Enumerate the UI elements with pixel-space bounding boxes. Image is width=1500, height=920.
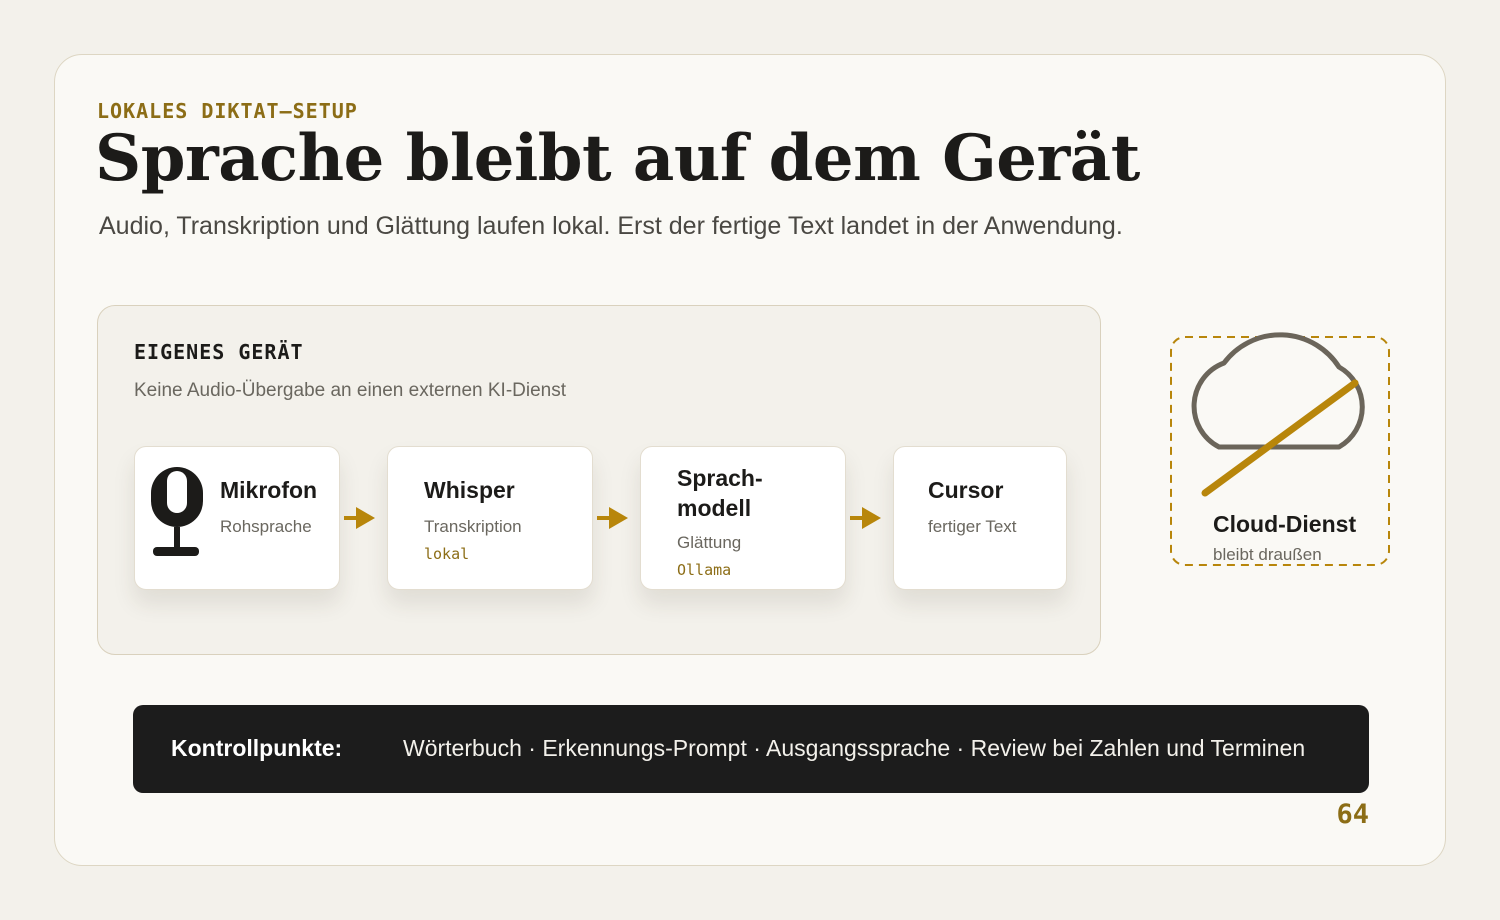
card-tag-sprachmodell: Ollama — [677, 561, 732, 579]
arrow-icon — [344, 507, 375, 529]
device-subtitle: Keine Audio-Übergabe an einen externen K… — [134, 380, 567, 401]
cloud-subtitle: bleibt draußen — [1213, 545, 1322, 564]
card-sub-whisper: Transkription — [424, 517, 522, 536]
page-number: 64 — [1336, 799, 1369, 830]
microphone-icon — [147, 467, 207, 559]
device-panel: EIGENES GERÄT Keine Audio-Übergabe an ei… — [97, 305, 1101, 655]
kicker-label: LOKALES DIKTAT–SETUP — [97, 99, 358, 123]
arrow-icon — [597, 507, 628, 529]
card-sub-cursor: fertiger Text — [928, 517, 1017, 536]
cloud-title: Cloud-Dienst — [1213, 511, 1357, 537]
card-title-cursor: Cursor — [928, 477, 1004, 503]
card-title-sprachmodell-line2: modell — [677, 495, 752, 521]
card-sub-mikrofon: Rohsprache — [220, 517, 312, 536]
pipeline-card-sprachmodell: Sprach- modell Glättung Ollama — [640, 446, 846, 590]
card-title-whisper: Whisper — [424, 477, 515, 503]
card-title-mikrofon: Mikrofon — [220, 477, 318, 503]
card-sub-sprachmodell: Glättung — [677, 533, 742, 552]
arrow-icon — [850, 507, 881, 529]
page-subtitle: Audio, Transkription und Glättung laufen… — [99, 212, 1123, 240]
card-tag-whisper: lokal — [424, 545, 470, 563]
slide: LOKALES DIKTAT–SETUP Sprache bleibt auf … — [54, 54, 1446, 866]
page-title: Sprache bleibt auf dem Gerät — [95, 121, 1140, 196]
pipeline-card-cursor: Cursor fertiger Text — [893, 446, 1067, 590]
card-title-sprachmodell-line1: Sprach- — [677, 465, 763, 491]
pipeline-card-mikrofon: Mikrofon Rohsprache — [134, 446, 340, 590]
control-points-items: Wörterbuch · Erkennungs-Prompt · Ausgang… — [403, 735, 1306, 761]
device-title: EIGENES GERÄT — [134, 340, 304, 364]
control-points-bar: Kontrollpunkte: Wörterbuch · Erkennungs-… — [133, 705, 1369, 793]
control-points-label: Kontrollpunkte: — [171, 735, 343, 761]
cloud-service-panel: Cloud-Dienst bleibt draußen — [1169, 313, 1393, 575]
pipeline-card-whisper: Whisper Transkription lokal — [387, 446, 593, 590]
